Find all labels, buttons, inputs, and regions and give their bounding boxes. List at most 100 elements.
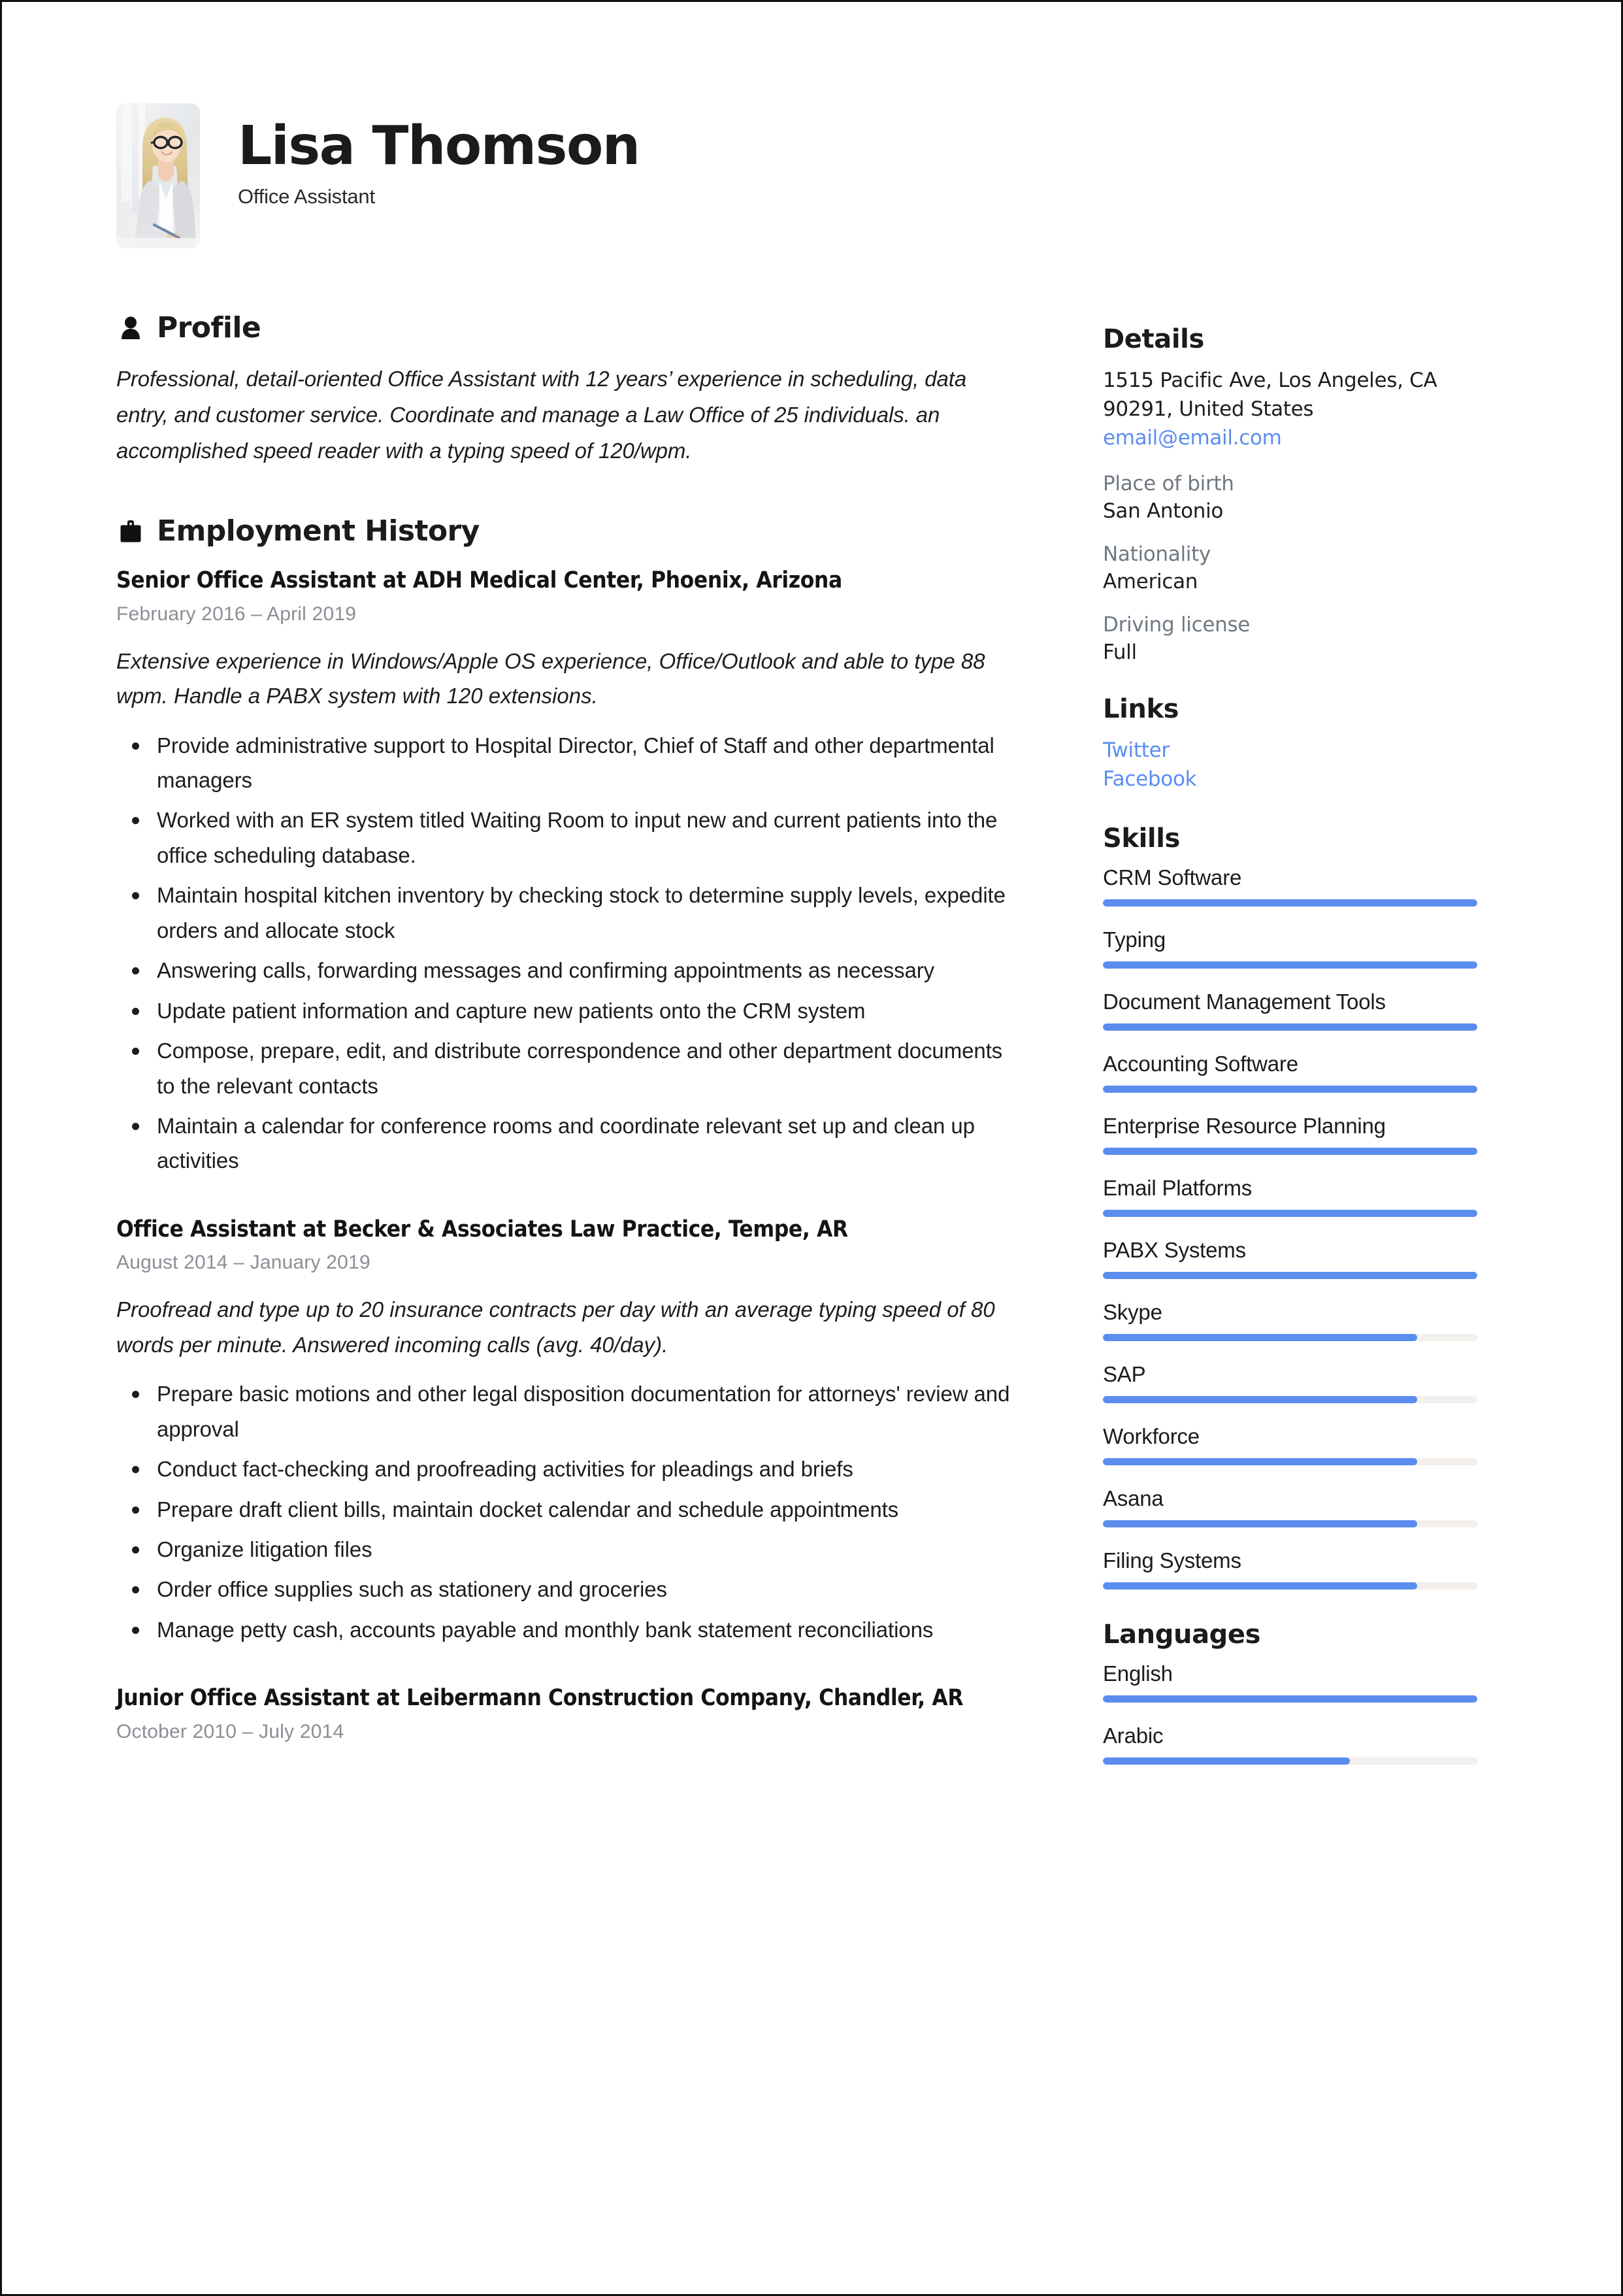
address-line-1: 1515 Pacific Ave, Los Angeles, CA (1103, 369, 1437, 392)
job-bullet: Compose, prepare, edit, and distribute c… (132, 1033, 1018, 1103)
skill-name: Asana (1103, 1486, 1164, 1511)
skill-bar-fill (1103, 1086, 1477, 1093)
job-dates: February 2016 – April 2019 (116, 603, 357, 625)
language-bar-fill (1103, 1757, 1351, 1765)
job-title: Office Assistant at Becker & Associates … (116, 1216, 848, 1242)
nationality-value: American (1103, 570, 1198, 594)
job-entry: Senior Office Assistant at ADH Medical C… (116, 565, 1018, 1178)
skill-name: Filing Systems (1103, 1548, 1241, 1573)
language-row: English (1103, 1661, 1485, 1703)
skill-row: Document Management Tools (1103, 990, 1485, 1031)
skill-bar-track (1103, 1148, 1477, 1156)
profile-heading-label: Profile (157, 311, 261, 344)
skill-bar-track (1103, 1396, 1477, 1404)
profile-section: Profile Professional, detail-oriented Of… (116, 311, 1018, 469)
details-section: Details 1515 Pacific Ave, Los Angeles, C… (1103, 324, 1485, 664)
job-bullet: Update patient information and capture n… (132, 993, 1018, 1028)
skill-row: Skype (1103, 1300, 1485, 1342)
job-bullet: Prepare draft client bills, maintain doc… (132, 1492, 1018, 1527)
link-twitter[interactable]: Twitter (1103, 736, 1485, 765)
skill-bar-track (1103, 1086, 1477, 1093)
job-bullet-list: Provide administrative support to Hospit… (116, 728, 1018, 1178)
language-row: Arabic (1103, 1723, 1485, 1765)
skill-bar-fill (1103, 899, 1477, 907)
skill-row: PABX Systems (1103, 1238, 1485, 1280)
skill-bar-fill (1103, 1148, 1477, 1156)
skill-row: Email Platforms (1103, 1176, 1485, 1218)
skill-row: Enterprise Resource Planning (1103, 1114, 1485, 1156)
address-line-2: 90291, United States (1103, 397, 1314, 422)
job-bullet: Maintain hospital kitchen inventory by c… (132, 878, 1018, 948)
job-title: Senior Office Assistant at ADH Medical C… (116, 567, 842, 594)
driving-license-value: Full (1103, 641, 1137, 665)
resume-page: Lisa Thomson Office Assistant Profile Pr… (0, 0, 1623, 2296)
driving-license-label: Driving license (1103, 613, 1251, 637)
skill-row: Accounting Software (1103, 1052, 1485, 1093)
job-description: Proofread and type up to 20 insurance co… (116, 1297, 995, 1357)
links-section: Links Twitter Facebook (1103, 694, 1485, 793)
job-dates: August 2014 – January 2019 (116, 1252, 370, 1274)
languages-section: Languages English Arabic (1103, 1620, 1485, 1765)
languages-list: English Arabic (1103, 1661, 1485, 1765)
job-bullet: Provide administrative support to Hospit… (132, 728, 1018, 798)
skill-name: Typing (1103, 927, 1166, 952)
email-link[interactable]: email@email.com (1103, 424, 1485, 452)
skill-row: Typing (1103, 927, 1485, 969)
language-bar-fill (1103, 1695, 1477, 1703)
avatar (116, 103, 200, 248)
skill-bar-track (1103, 899, 1477, 907)
header-text: Lisa Thomson Office Assistant (238, 103, 640, 208)
skill-bar-fill (1103, 1272, 1477, 1280)
profile-text: Professional, detail-oriented Office Ass… (116, 367, 967, 463)
skill-bar-fill (1103, 1520, 1418, 1528)
skill-name: Workforce (1103, 1424, 1200, 1449)
employment-section: Employment History Senior Office Assista… (116, 514, 1018, 1742)
language-name: English (1103, 1661, 1173, 1686)
job-bullet: Organize litigation files (132, 1532, 1018, 1567)
candidate-job-title: Office Assistant (238, 184, 375, 208)
candidate-name: Lisa Thomson (238, 115, 640, 177)
skill-bar-track (1103, 1210, 1477, 1218)
skill-bar-track (1103, 1520, 1477, 1528)
skill-name: Skype (1103, 1300, 1162, 1325)
job-bullet: Conduct fact-checking and proofreading a… (132, 1452, 1018, 1486)
skill-row: Filing Systems (1103, 1548, 1485, 1590)
skill-name: PABX Systems (1103, 1238, 1246, 1263)
skill-bar-track (1103, 1334, 1477, 1342)
job-title: Junior Office Assistant at Leibermann Co… (116, 1685, 964, 1712)
skills-heading: Skills (1103, 824, 1180, 854)
language-bar-track (1103, 1695, 1477, 1703)
skills-list: CRM Software Typing Document Management To… (1103, 865, 1485, 1590)
place-of-birth-label: Place of birth (1103, 472, 1234, 496)
skill-bar-fill (1103, 961, 1477, 969)
link-facebook[interactable]: Facebook (1103, 765, 1485, 793)
skill-name: Document Management Tools (1103, 990, 1386, 1014)
person-icon (116, 313, 145, 343)
skill-row: SAP (1103, 1362, 1485, 1404)
job-bullet: Worked with an ER system titled Waiting … (132, 803, 1018, 873)
employment-heading-label: Employment History (157, 514, 480, 548)
place-of-birth-value: San Antonio (1103, 499, 1224, 524)
skill-bar-fill (1103, 1210, 1477, 1218)
employment-heading: Employment History (116, 514, 1018, 548)
skill-bar-track (1103, 1458, 1477, 1466)
skill-bar-fill (1103, 1023, 1477, 1031)
skill-bar-fill (1103, 1582, 1418, 1590)
skill-bar-track (1103, 961, 1477, 969)
resume-header: Lisa Thomson Office Assistant (116, 103, 1018, 248)
skill-bar-fill (1103, 1458, 1418, 1466)
job-bullet: Answering calls, forwarding messages and… (132, 953, 1018, 988)
skill-name: CRM Software (1103, 865, 1242, 890)
skill-name: SAP (1103, 1362, 1146, 1387)
skill-bar-track (1103, 1582, 1477, 1590)
skill-bar-track (1103, 1023, 1477, 1031)
job-dates: October 2010 – July 2014 (116, 1720, 344, 1742)
job-bullet-list: Prepare basic motions and other legal di… (116, 1376, 1018, 1647)
job-bullet: Maintain a calendar for conference rooms… (132, 1108, 1018, 1178)
skill-bar-track (1103, 1272, 1477, 1280)
main-column: Lisa Thomson Office Assistant Profile Pr… (116, 103, 1018, 1789)
language-name: Arabic (1103, 1723, 1164, 1748)
job-bullet: Prepare basic motions and other legal di… (132, 1376, 1018, 1446)
skill-row: Asana (1103, 1486, 1485, 1528)
skills-section: Skills CRM Software Typing Document Manage… (1103, 824, 1485, 1590)
